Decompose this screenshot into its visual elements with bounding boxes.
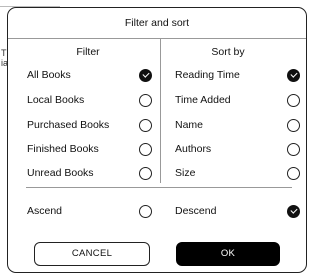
radio-checked-icon[interactable] <box>287 204 300 218</box>
filter-option-local-books[interactable]: Local Books <box>27 90 152 110</box>
sort-option-size[interactable]: Size <box>175 163 300 183</box>
radio-empty-icon[interactable] <box>287 118 300 132</box>
filter-option-label: All Books <box>27 69 71 81</box>
filter-option-all-books[interactable]: All Books <box>27 65 152 85</box>
radio-empty-icon[interactable] <box>139 142 152 156</box>
sort-option-authors[interactable]: Authors <box>175 139 300 159</box>
radio-checked-icon[interactable] <box>139 68 152 82</box>
dialog-title: Filter and sort <box>124 17 190 29</box>
filter-option-label: Finished Books <box>27 143 99 155</box>
filter-option-label: Local Books <box>27 94 85 106</box>
cancel-button[interactable]: CANCEL <box>34 242 150 266</box>
title-divider <box>8 38 306 39</box>
sort-option-label: Authors <box>175 143 212 155</box>
radio-empty-icon[interactable] <box>139 118 152 132</box>
radio-empty-icon[interactable] <box>139 166 152 180</box>
sort-header: Sort by <box>211 46 245 58</box>
order-option-ascend[interactable]: Ascend <box>27 201 152 221</box>
filter-option-unread-books[interactable]: Unread Books <box>27 163 152 183</box>
sort-option-label: Time Added <box>175 94 231 106</box>
ok-button[interactable]: OK <box>176 242 280 266</box>
filter-option-finished-books[interactable]: Finished Books <box>27 139 152 159</box>
sort-option-label: Name <box>175 119 204 131</box>
filter-option-label: Purchased Books <box>27 119 110 131</box>
filter-sort-dialog: Filter and sort Filter Sort by All Books… <box>7 7 307 273</box>
radio-empty-icon[interactable] <box>287 166 300 180</box>
order-option-label: Descend <box>175 205 217 217</box>
sort-option-name[interactable]: Name <box>175 115 300 135</box>
order-option-label: Ascend <box>27 205 63 217</box>
filter-option-purchased-books[interactable]: Purchased Books <box>27 115 152 135</box>
sort-option-label: Reading Time <box>175 69 240 81</box>
sort-option-reading-time[interactable]: Reading Time <box>175 65 300 85</box>
order-option-descend[interactable]: Descend <box>175 201 300 221</box>
radio-checked-icon[interactable] <box>287 68 300 82</box>
radio-empty-icon[interactable] <box>139 204 152 218</box>
column-divider <box>159 39 161 183</box>
sort-option-label: Size <box>175 167 196 179</box>
sort-option-time-added[interactable]: Time Added <box>175 90 300 110</box>
filter-option-label: Unread Books <box>27 167 94 179</box>
radio-empty-icon[interactable] <box>287 142 300 156</box>
filter-header: Filter <box>76 46 100 58</box>
radio-empty-icon[interactable] <box>287 93 300 107</box>
order-divider <box>26 187 292 188</box>
radio-empty-icon[interactable] <box>139 93 152 107</box>
